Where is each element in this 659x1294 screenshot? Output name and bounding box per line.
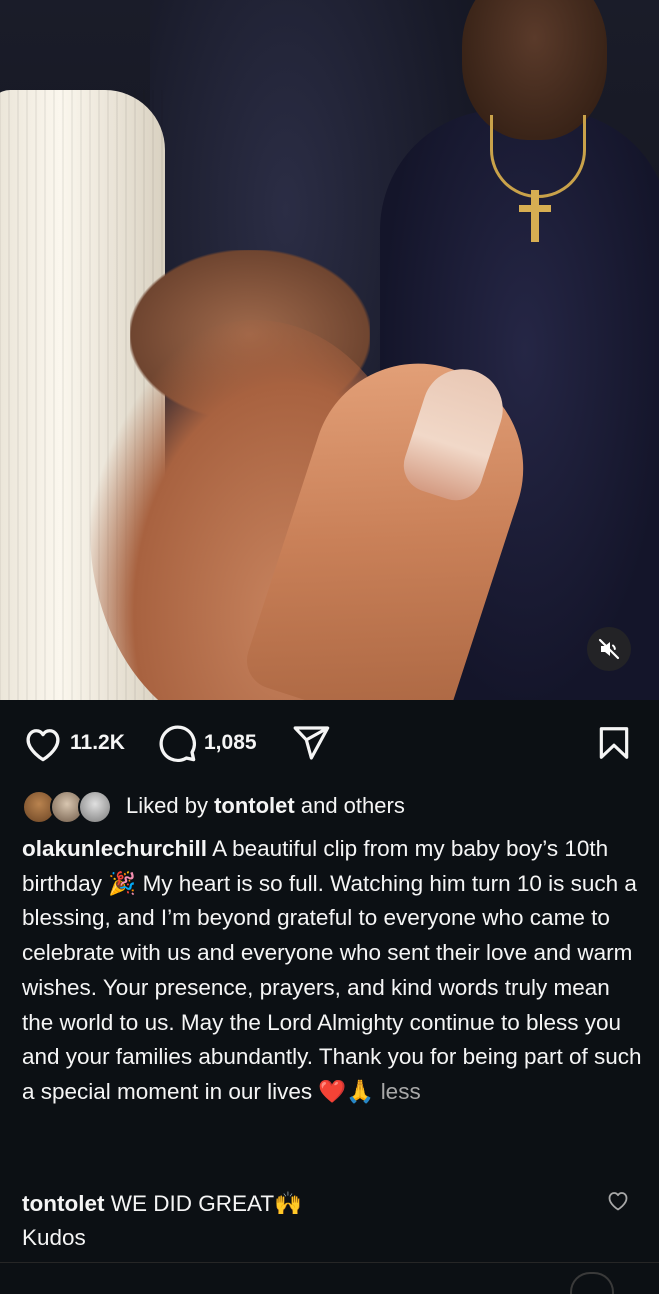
bookmark-icon <box>599 727 629 759</box>
action-bar: 11.2K 1,085 <box>0 715 659 771</box>
liked-by-suffix: and others <box>300 793 405 818</box>
comment-item: tontolet WE DID GREAT🙌 Kudos <box>22 1187 602 1255</box>
liked-by-row[interactable]: Liked by tontolet and others <box>22 786 405 826</box>
liker-avatars <box>22 788 114 824</box>
share-button[interactable] <box>290 715 332 771</box>
save-button[interactable] <box>595 715 633 771</box>
comment-username[interactable]: tontolet <box>22 1191 104 1216</box>
liked-by-user[interactable]: tontolet <box>214 793 295 818</box>
comment-count: 1,085 <box>204 731 257 754</box>
comment-button[interactable]: 1,085 <box>156 715 257 771</box>
caption-username[interactable]: olakunlechurchill <box>22 836 207 861</box>
like-button[interactable]: 11.2K <box>22 715 125 771</box>
mute-button[interactable] <box>587 627 631 671</box>
video-cross <box>531 190 539 242</box>
avatar <box>78 790 112 824</box>
like-count: 11.2K <box>70 731 125 754</box>
paper-plane-icon <box>293 726 330 760</box>
comment-like-button[interactable] <box>606 1189 630 1216</box>
comment-text: WE DID GREAT🙌 <box>110 1191 303 1216</box>
divider <box>0 1262 659 1263</box>
caption-less-link[interactable]: less <box>381 1079 421 1104</box>
speaker-muted-icon <box>598 638 620 660</box>
liked-by-prefix: Liked by <box>126 793 208 818</box>
caption-text: A beautiful clip from my baby boy’s 10th… <box>22 836 642 1104</box>
post-caption: olakunlechurchill A beautiful clip from … <box>22 832 642 1110</box>
heart-icon <box>26 729 60 762</box>
bottom-partial-element <box>570 1272 614 1294</box>
post-video[interactable] <box>0 0 659 700</box>
comment-bubble-icon <box>159 725 197 763</box>
comment-text-line2: Kudos <box>22 1225 86 1250</box>
heart-outline-icon <box>608 1192 628 1211</box>
